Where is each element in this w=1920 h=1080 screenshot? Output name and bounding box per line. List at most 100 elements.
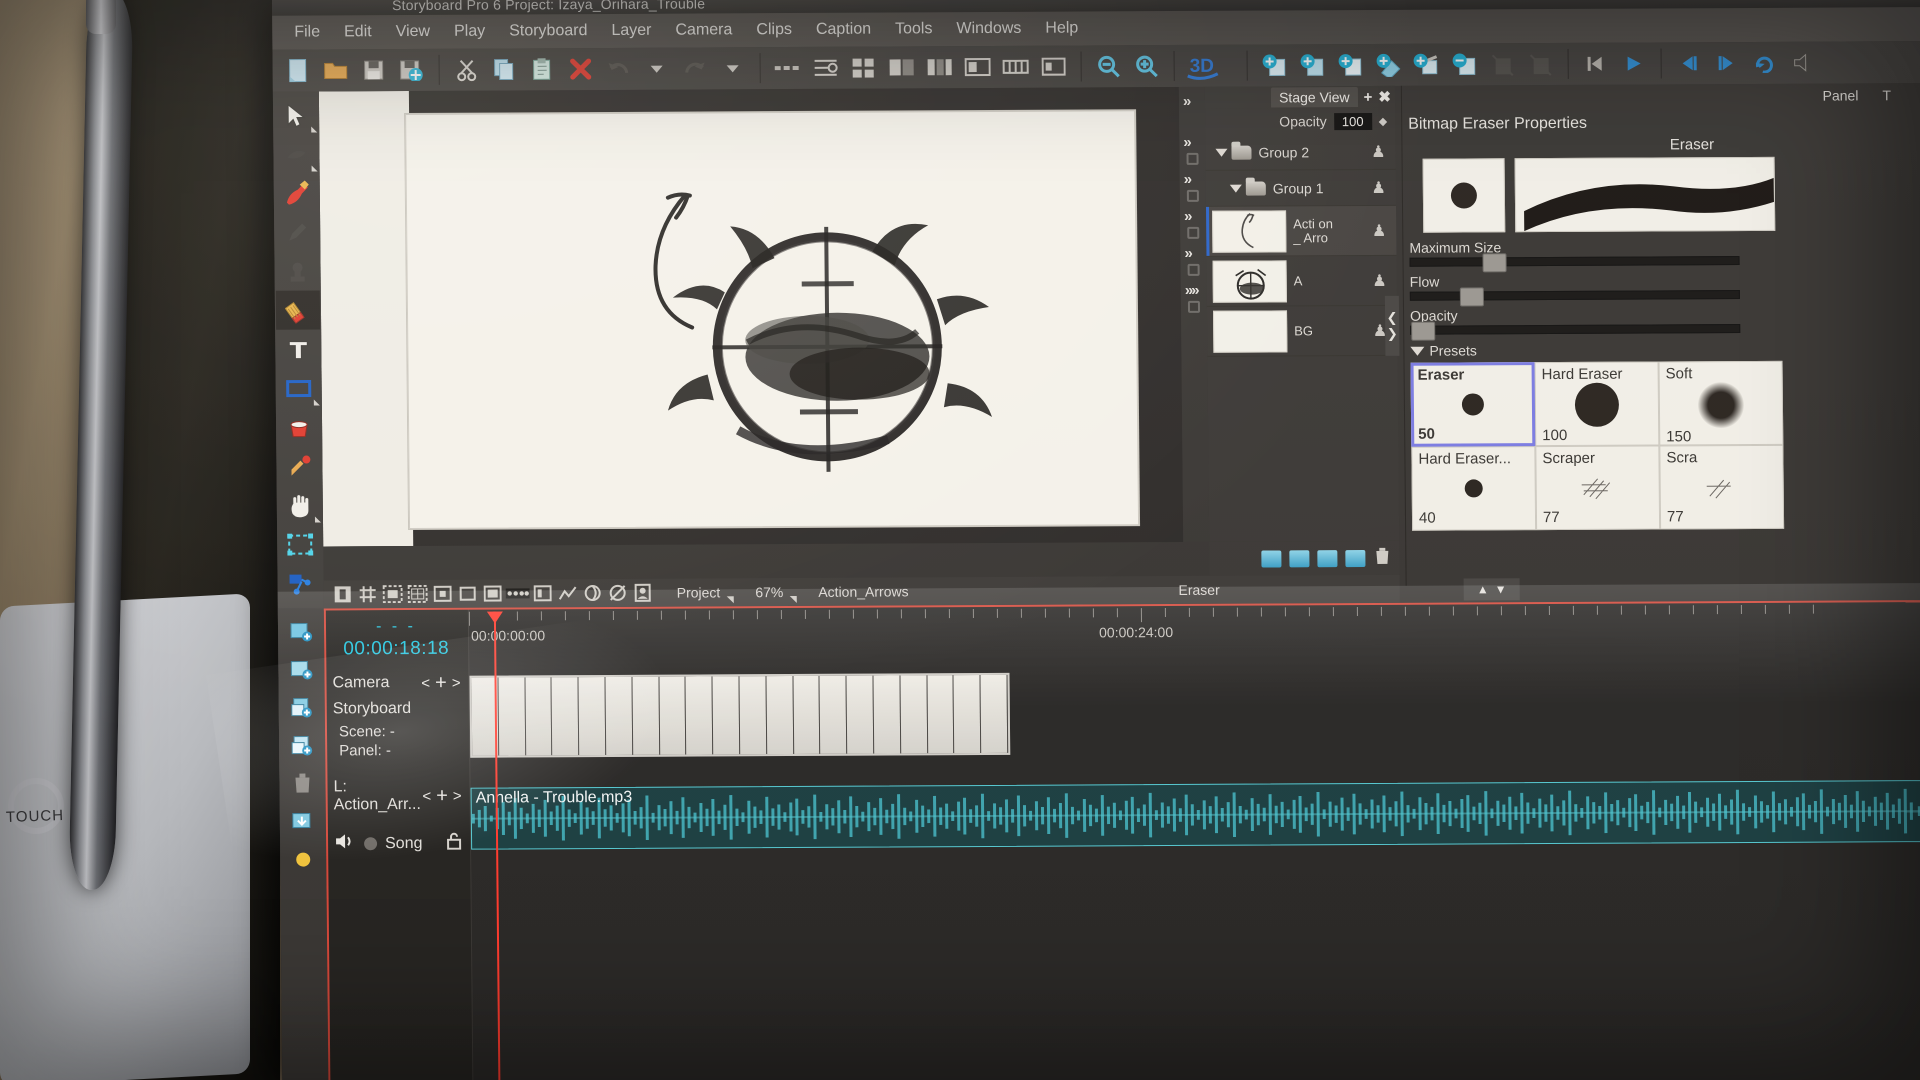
add-3d-layer-button[interactable] xyxy=(1317,549,1338,567)
current-timecode[interactable]: 00:00:18:18 xyxy=(324,636,468,661)
redo-dropdown-icon[interactable] xyxy=(713,49,751,87)
layer-toggle-icon[interactable]: » xyxy=(1180,239,1206,262)
next-icon[interactable]: > xyxy=(452,674,461,691)
brush-tool[interactable] xyxy=(275,173,319,212)
slider-knob[interactable] xyxy=(1411,321,1436,341)
marquee-tool[interactable] xyxy=(278,524,322,563)
panel-frame[interactable] xyxy=(525,677,553,756)
undo-dropdown-icon[interactable] xyxy=(637,50,675,88)
single-pane-icon[interactable] xyxy=(958,48,996,86)
menu-layer[interactable]: Layer xyxy=(599,20,663,42)
panel-frame[interactable] xyxy=(793,675,821,754)
onion-skin-icon[interactable] xyxy=(505,581,530,606)
eraser-tip-preview[interactable] xyxy=(1422,158,1506,233)
layer-toggle-icon[interactable]: » xyxy=(1180,202,1206,225)
stamp-status-icon[interactable] xyxy=(630,580,655,605)
duplicate-layer-icon[interactable] xyxy=(285,730,319,760)
layer-row-bg[interactable]: BG ♟ xyxy=(1206,305,1398,357)
light-table-icon[interactable] xyxy=(330,582,355,607)
hand-tool[interactable] xyxy=(278,485,322,524)
no-onion-icon[interactable] xyxy=(605,580,630,605)
tab-t[interactable]: T xyxy=(1882,87,1891,103)
presets-header[interactable]: Presets xyxy=(1404,332,1920,363)
preset-scraper[interactable]: Scraper 77 xyxy=(1535,445,1661,531)
panel-thumbnail-strip[interactable] xyxy=(469,672,1011,758)
collapse-all-icon[interactable]: » xyxy=(1179,87,1205,110)
panel-frame[interactable] xyxy=(578,676,607,756)
play-icon[interactable] xyxy=(1614,44,1652,82)
dropper-tool[interactable] xyxy=(277,446,321,485)
add-vector-layer-button[interactable] xyxy=(1261,549,1282,568)
lock-icon[interactable] xyxy=(1187,263,1200,276)
paste-icon[interactable] xyxy=(523,50,561,88)
panel-frame[interactable] xyxy=(873,675,901,754)
menu-windows[interactable]: Windows xyxy=(944,18,1033,40)
eraser-tool[interactable] xyxy=(275,290,321,330)
panel-frame[interactable] xyxy=(498,677,526,756)
scroll-up-icon[interactable]: ▲ xyxy=(1477,582,1489,596)
scroll-up-icon[interactable]: ❮ xyxy=(1387,310,1398,326)
chevron-down-icon[interactable] xyxy=(1229,184,1242,193)
menu-file[interactable]: File xyxy=(282,21,332,43)
menu-clips[interactable]: Clips xyxy=(744,19,804,41)
frame-icon[interactable] xyxy=(455,581,480,606)
layer-row-group-1[interactable]: Group 1 ♟ xyxy=(1205,169,1397,207)
panel-frame[interactable] xyxy=(900,675,928,754)
view-mode-label[interactable]: Project xyxy=(677,584,721,600)
duplicate-panel-icon[interactable] xyxy=(1293,46,1331,84)
preset-eraser[interactable]: Eraser 50 xyxy=(1410,362,1536,447)
layer-row-action-arrows[interactable]: Acti on_ Arro ♟ xyxy=(1206,205,1397,257)
add-panel-icon[interactable] xyxy=(284,654,318,684)
lock-icon[interactable] xyxy=(1186,189,1199,202)
timeline-scroll-buttons[interactable]: ▲ ▼ xyxy=(1463,578,1520,601)
panel-frame[interactable] xyxy=(685,676,714,755)
maximum-size-slider[interactable] xyxy=(1409,253,1740,273)
panel-frame[interactable] xyxy=(551,677,580,756)
zoom-out-icon[interactable] xyxy=(1089,47,1127,85)
skip-start-icon[interactable] xyxy=(1576,45,1614,83)
delete-icon[interactable] xyxy=(285,768,319,798)
tab-stage-view[interactable]: Stage View xyxy=(1270,87,1358,108)
preset-scraper-2[interactable]: Scra 77 xyxy=(1659,444,1785,530)
menu-storyboard[interactable]: Storyboard xyxy=(497,20,599,43)
move-panel-icon[interactable] xyxy=(1407,46,1445,84)
stage-viewport[interactable] xyxy=(318,86,1184,547)
prev-icon[interactable]: < xyxy=(422,787,431,804)
camera-mask-icon[interactable] xyxy=(380,582,405,607)
copy-icon[interactable] xyxy=(485,50,523,88)
opacity-spinner-icon[interactable]: ◆ xyxy=(1379,114,1388,127)
lock-icon[interactable] xyxy=(1186,152,1199,165)
drawing-grid-icon[interactable] xyxy=(530,581,555,606)
opacity-value[interactable]: 100 xyxy=(1333,112,1372,130)
record-dot-icon[interactable] xyxy=(364,837,378,851)
panel-frame[interactable] xyxy=(980,674,1009,754)
panel-frame[interactable] xyxy=(632,676,660,755)
chevron-down-icon[interactable] xyxy=(1215,148,1228,157)
slider-knob[interactable] xyxy=(1482,253,1507,273)
next-icon[interactable]: > xyxy=(453,787,462,804)
save-all-icon[interactable] xyxy=(392,51,430,89)
pointer-tool[interactable] xyxy=(274,95,318,134)
save-icon[interactable] xyxy=(354,51,392,89)
filmstrip-icon[interactable] xyxy=(996,48,1034,86)
grid-view-icon[interactable] xyxy=(844,49,882,87)
safe-area-icon[interactable] xyxy=(405,581,430,606)
tab-panel[interactable]: Panel xyxy=(1823,87,1859,103)
menu-tools[interactable]: Tools xyxy=(883,18,945,40)
track-layer[interactable]: L: Action_Arr... < + > xyxy=(325,774,469,819)
layer-toggle-icon[interactable]: » xyxy=(1180,165,1206,188)
eraser-stroke-preview[interactable] xyxy=(1514,156,1776,233)
three-pane-icon[interactable] xyxy=(920,48,958,86)
layer-toggle-icon[interactable]: » xyxy=(1179,128,1205,151)
cut-scissors-icon[interactable] xyxy=(447,51,485,89)
panel-frame[interactable] xyxy=(739,676,768,755)
layer-row-a[interactable]: A ♟ xyxy=(1206,255,1397,307)
track-camera[interactable]: Camera < + > xyxy=(324,670,468,697)
open-folder-icon[interactable] xyxy=(316,51,354,89)
ruler-icon[interactable] xyxy=(555,581,580,606)
two-pane-icon[interactable] xyxy=(882,48,920,86)
lock-open-icon[interactable] xyxy=(446,832,462,855)
marker-icon[interactable] xyxy=(286,844,320,874)
panel-frame[interactable] xyxy=(819,675,848,754)
add-group-button[interactable] xyxy=(1345,549,1366,567)
